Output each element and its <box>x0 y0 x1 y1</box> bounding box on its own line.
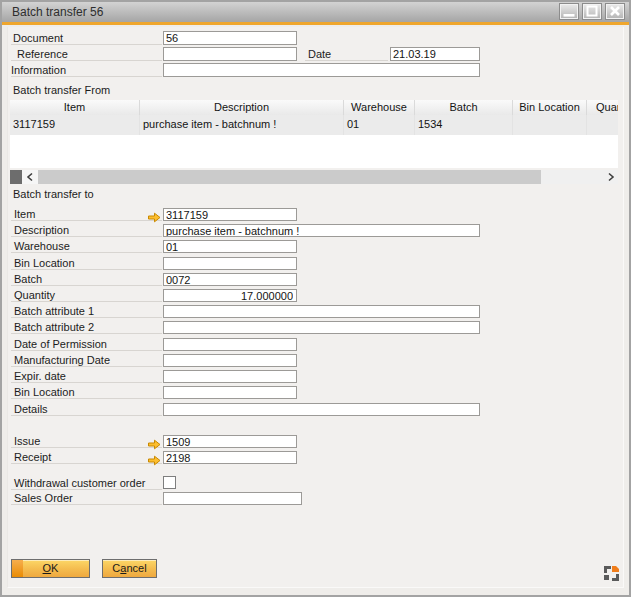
item-input[interactable] <box>163 208 297 221</box>
cell-quantity[interactable] <box>587 115 618 135</box>
withdrawal-customer-order-checkbox[interactable] <box>163 476 176 489</box>
date-label: Date <box>305 47 388 61</box>
details-label: Details <box>11 403 162 416</box>
information-label: Information <box>11 63 162 77</box>
maximize-button[interactable] <box>582 3 602 20</box>
from-table-header: Item Description Warehouse Batch Bin Loc… <box>10 100 618 115</box>
link-arrow-icon[interactable] <box>147 209 161 220</box>
to-section-title: Batch transfer to <box>13 188 94 200</box>
sales-order-label: Sales Order <box>11 492 162 505</box>
column-header-description[interactable]: Description <box>140 100 344 115</box>
bin-location-2-label: Bin Location <box>11 386 162 399</box>
expir-date-label: Expir. date <box>11 370 162 383</box>
cell-description[interactable]: purchase item - batchnum ! <box>140 115 344 135</box>
reference-label: Reference <box>11 47 162 61</box>
cell-item[interactable]: 3117159 <box>10 115 140 135</box>
accent-bar <box>2 22 629 25</box>
bin-location-label: Bin Location <box>11 257 162 270</box>
link-arrow-icon[interactable] <box>147 452 161 463</box>
bin-location-2-input[interactable] <box>163 386 297 399</box>
batch-label: Batch <box>11 273 162 286</box>
bin-location-input[interactable] <box>163 257 297 270</box>
details-input[interactable] <box>163 403 480 416</box>
batch-transfer-window: Batch transfer 56 Document Reference Dat… <box>0 0 631 597</box>
batch-input[interactable] <box>163 273 297 286</box>
cancel-button[interactable]: Cancel <box>102 559 157 578</box>
cell-bin-location[interactable] <box>513 115 587 135</box>
quantity-input[interactable] <box>163 289 297 302</box>
date-of-permission-input[interactable] <box>163 338 297 351</box>
batch-attribute-1-label: Batch attribute 1 <box>11 305 162 318</box>
document-input[interactable] <box>163 31 297 45</box>
description-label: Description <box>11 224 162 237</box>
cell-batch[interactable]: 1534 <box>415 115 513 135</box>
issue-label: Issue <box>11 435 162 448</box>
column-header-warehouse[interactable]: Warehouse <box>344 100 415 115</box>
ok-button[interactable]: OK <box>11 559 90 578</box>
from-table: Item Description Warehouse Batch Bin Loc… <box>10 100 618 168</box>
manufacturing-date-input[interactable] <box>163 354 297 367</box>
column-header-quantity[interactable]: Quantity <box>587 100 618 115</box>
column-header-batch[interactable]: Batch <box>415 100 513 115</box>
scroll-right-button[interactable] <box>604 170 618 184</box>
title-bar: Batch transfer 56 <box>2 2 629 22</box>
resize-grip-icon[interactable] <box>603 565 620 582</box>
scrollbar-corner-block <box>10 170 22 184</box>
column-header-bin-location[interactable]: Bin Location <box>513 100 587 115</box>
close-button[interactable] <box>605 3 625 20</box>
cell-warehouse[interactable]: 01 <box>344 115 415 135</box>
column-header-item[interactable]: Item <box>10 100 140 115</box>
reference-input[interactable] <box>163 47 297 61</box>
batch-attribute-1-input[interactable] <box>163 305 480 318</box>
warehouse-input[interactable] <box>163 240 297 253</box>
from-section-title: Batch transfer From <box>13 84 110 96</box>
document-label: Document <box>11 31 162 45</box>
sales-order-input[interactable] <box>163 492 302 505</box>
expir-date-input[interactable] <box>163 370 297 383</box>
scroll-left-button[interactable] <box>22 170 38 184</box>
batch-attribute-2-label: Batch attribute 2 <box>11 321 162 334</box>
default-button-stripe <box>12 560 23 577</box>
issue-input[interactable] <box>163 435 297 448</box>
item-label: Item <box>11 208 162 221</box>
warehouse-label: Warehouse <box>11 240 162 253</box>
date-input[interactable] <box>390 47 480 61</box>
quantity-label: Quantity <box>11 289 162 302</box>
minimize-button[interactable] <box>559 3 579 20</box>
description-input[interactable] <box>163 224 480 237</box>
withdrawal-customer-order-label: Withdrawal customer order <box>11 477 162 490</box>
scrollbar-thumb[interactable] <box>38 170 541 184</box>
table-row[interactable]: 3117159 purchase item - batchnum ! 01 15… <box>10 115 618 135</box>
window-title: Batch transfer 56 <box>12 2 103 22</box>
receipt-input[interactable] <box>163 451 297 464</box>
batch-attribute-2-input[interactable] <box>163 321 480 334</box>
link-arrow-icon[interactable] <box>147 436 161 447</box>
horizontal-scrollbar[interactable] <box>10 170 618 184</box>
receipt-label: Receipt <box>11 451 162 464</box>
information-input[interactable] <box>163 63 480 77</box>
table-empty-area <box>10 135 618 168</box>
date-of-permission-label: Date of Permission <box>11 338 162 351</box>
manufacturing-date-label: Manufacturing Date <box>11 354 162 367</box>
